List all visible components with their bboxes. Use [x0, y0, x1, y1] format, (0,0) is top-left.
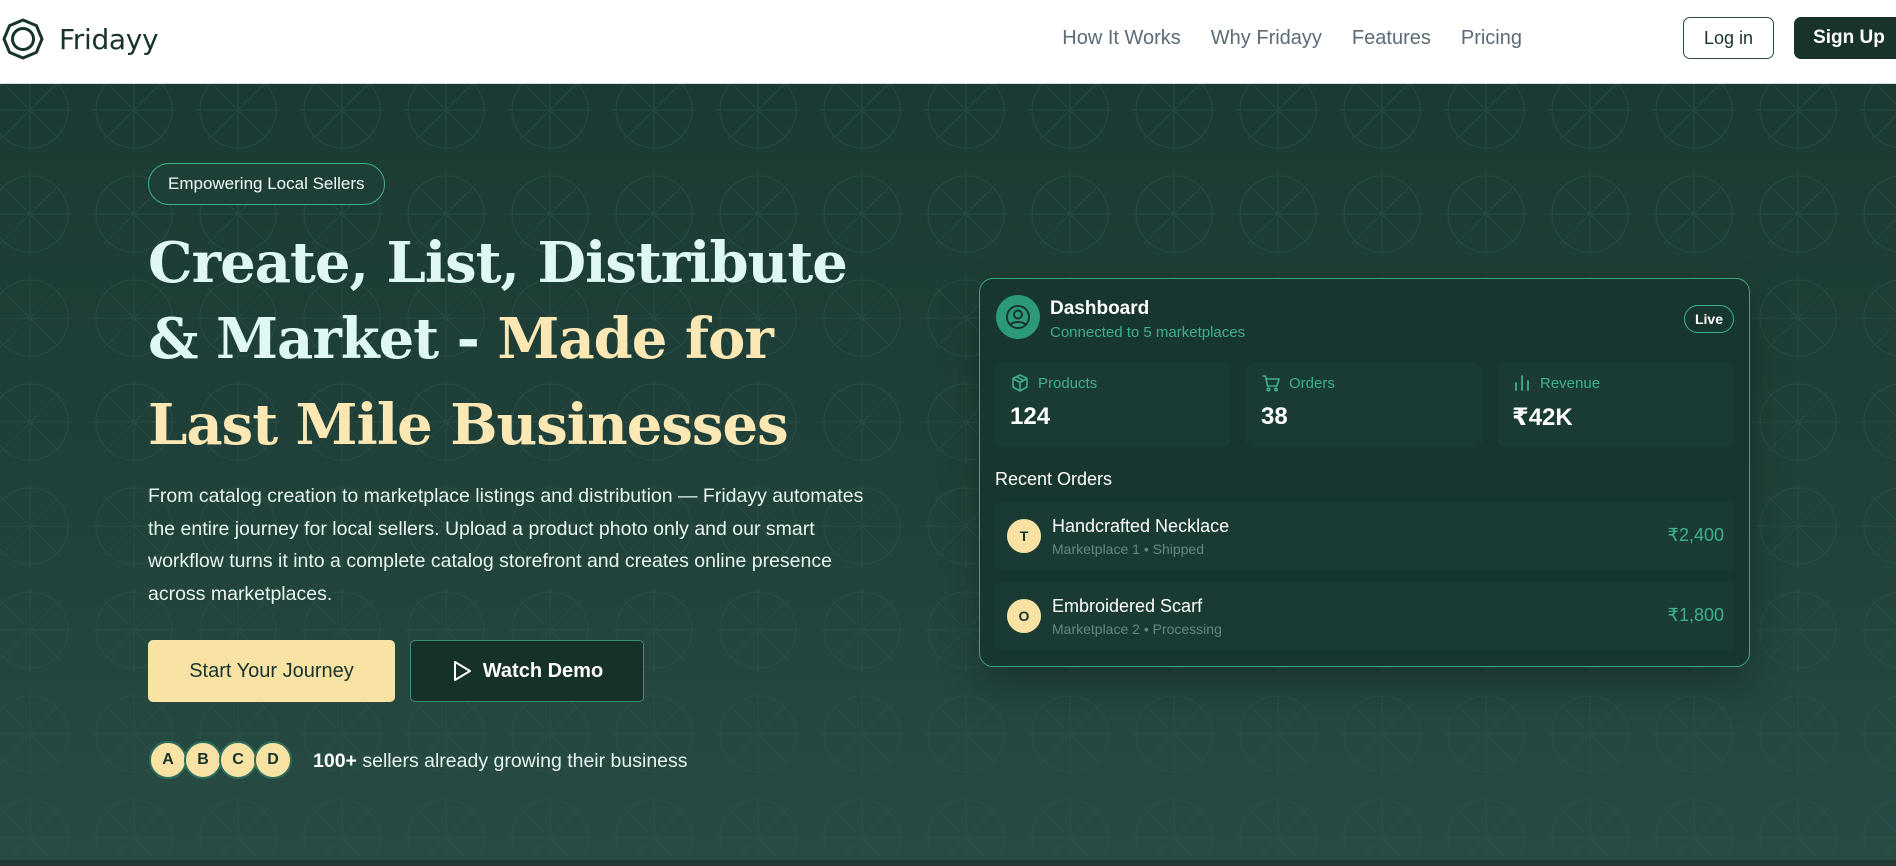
recent-orders-title: Recent Orders — [995, 469, 1113, 489]
avatar: C — [219, 741, 257, 779]
headline-line-2-part-2: Made for — [497, 306, 773, 372]
stat-value: 124 — [1010, 403, 1051, 430]
order-meta: Marketplace 2 • Processing — [1052, 621, 1222, 637]
dashboard-subtitle: Connected to 5 marketplaces — [1050, 324, 1246, 341]
brand-logo[interactable]: Fridayy — [2, 18, 159, 60]
hero-description: From catalog creation to marketplace lis… — [148, 485, 864, 605]
stat-label: Revenue — [1540, 374, 1601, 392]
headline-line-1: Create, List, Distribute — [148, 230, 848, 296]
start-journey-button[interactable]: Start Your Journey — [148, 640, 395, 702]
status-badge: Live — [1683, 305, 1734, 333]
seller-avatars: A B C D — [149, 741, 292, 779]
top-navbar: Fridayy How It Works Why Fridayy Feature… — [0, 0, 1896, 84]
logo-icon — [2, 18, 44, 60]
play-icon — [453, 661, 471, 681]
watch-demo-button[interactable]: Watch Demo — [410, 640, 644, 702]
social-text: sellers already growing their business — [356, 750, 688, 772]
hero-section: Empowering Local Sellers Create, List, D… — [0, 84, 1896, 866]
order-avatar: T — [1007, 519, 1041, 553]
headline-line-3: Last Mile Businesses — [148, 392, 789, 458]
stat-value: 38 — [1261, 403, 1288, 430]
box-icon — [1012, 374, 1028, 392]
avatar: B — [184, 741, 222, 779]
login-button[interactable]: Log in — [1683, 17, 1774, 59]
stat-label: Orders — [1289, 374, 1335, 392]
stat-products: Products 124 — [995, 363, 1231, 447]
dashboard-title: Dashboard — [1050, 298, 1150, 319]
cart-icon — [1262, 375, 1280, 392]
headline-line-2: & Market - Made for — [148, 306, 774, 372]
nav-link-features[interactable]: Features — [1352, 27, 1431, 50]
signup-button[interactable]: Sign Up — [1794, 17, 1896, 59]
order-name: Embroidered Scarf — [1052, 596, 1203, 616]
watch-demo-label: Watch Demo — [482, 659, 604, 682]
headline-line-2-part-1: & Market - — [148, 306, 498, 372]
avatar: A — [149, 741, 187, 779]
brand-name: Fridayy — [59, 22, 159, 56]
order-row[interactable]: T Handcrafted Necklace Marketplace 1 • S… — [995, 501, 1734, 571]
social-proof: 100+ sellers already growing their busin… — [313, 750, 688, 773]
order-amount: ₹1,800 — [1667, 605, 1725, 625]
stat-revenue: Revenue ₹42K — [1497, 363, 1733, 447]
order-name: Handcrafted Necklace — [1052, 516, 1230, 536]
stat-value: ₹42K — [1512, 404, 1573, 431]
order-meta: Marketplace 1 • Shipped — [1052, 541, 1204, 557]
order-avatar: O — [1007, 599, 1041, 633]
hero-badge: Empowering Local Sellers — [148, 163, 385, 205]
stat-label: Products — [1038, 374, 1098, 392]
section-divider — [0, 860, 1896, 866]
stat-orders: Orders 38 — [1246, 363, 1482, 447]
order-row[interactable]: O Embroidered Scarf Marketplace 2 • Proc… — [995, 581, 1734, 651]
social-count: 100+ — [313, 750, 357, 772]
avatar: D — [254, 741, 292, 779]
nav-link-pricing[interactable]: Pricing — [1461, 27, 1522, 50]
nav-link-why-fridayy[interactable]: Why Fridayy — [1211, 27, 1322, 50]
nav-links: How It Works Why Fridayy Features Pricin… — [1032, 27, 1522, 50]
nav-link-how-it-works[interactable]: How It Works — [1062, 27, 1181, 50]
bar-chart-icon — [1515, 375, 1529, 391]
user-icon — [996, 295, 1040, 339]
dashboard-card: Dashboard Connected to 5 marketplaces Li… — [979, 278, 1750, 667]
order-amount: ₹2,400 — [1667, 525, 1725, 545]
